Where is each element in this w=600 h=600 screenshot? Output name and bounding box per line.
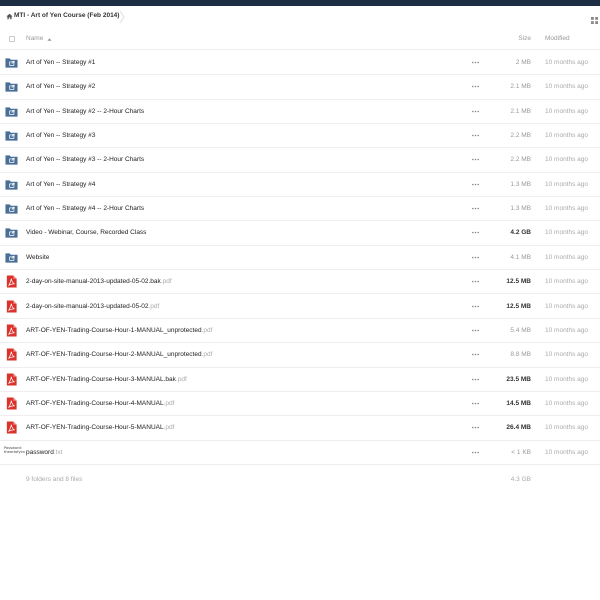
file-row[interactable]: Art of Yen -- Strategy #4 -- 2-Hour Char… — [0, 197, 600, 222]
file-row[interactable]: 2-day-on-site-manual-2013-updated-05-02.… — [0, 295, 600, 319]
file-size: 2.1 MB — [510, 83, 531, 91]
file-modified: 10 months ago — [545, 59, 589, 66]
file-row[interactable]: ART-OF-YEN-Trading-Course-Hour-5-MANUAL.… — [0, 416, 600, 441]
file-size: 12.5 MB — [506, 278, 531, 286]
file-size: 2.2 MB — [510, 132, 531, 140]
file-row[interactable]: Art of Yen -- Strategy #3 2.2 MB 10 months… — [0, 124, 600, 149]
file-modified: 10 months ago — [545, 399, 589, 407]
home-icon[interactable] — [6, 13, 13, 20]
file-size: 4.1 MB — [510, 253, 531, 261]
file-modified: 10 months ago — [545, 375, 589, 383]
grid-view-icon[interactable] — [591, 17, 598, 24]
file-modified: 10 months ago — [545, 180, 589, 188]
file-row[interactable]: Art of Yen -- Strategy #2 2.1 MB 10 months… — [0, 75, 600, 100]
summary-total-size: 4.3 GB — [510, 476, 531, 483]
file-size: 1.3 MB — [510, 180, 531, 188]
file-row[interactable]: ART-OF-YEN-Trading-Course-Hour-3-MANUAL.… — [0, 368, 600, 392]
file-row[interactable]: Video - Webinar, Course, Recorded Class 4… — [0, 221, 600, 246]
file-modified: 10 months ago — [545, 448, 589, 456]
file-size: 5.4 MB — [510, 326, 531, 334]
file-size: 12.5 MB — [506, 302, 531, 310]
file-row[interactable]: Art of Yen -- Strategy #2 -- 2-Hour Char… — [0, 100, 600, 125]
file-modified: 10 months ago — [545, 229, 589, 237]
file-modified: 10 months ago — [545, 107, 589, 115]
file-row[interactable]: ART-OF-YEN-Trading-Course-Hour-1-MANUAL_… — [0, 319, 600, 344]
file-modified: 10 months ago — [545, 424, 589, 432]
file-size: 1.3 MB — [510, 205, 531, 213]
file-row[interactable]: Password: theartofyen password.txt < 1 KB 10… — [0, 441, 600, 465]
breadcrumb-current-folder[interactable]: MTI - Art of Yen Course (Feb 2014) — [14, 12, 119, 19]
file-modified: 10 months ago — [545, 351, 589, 359]
breadcrumb-separator-icon — [119, 10, 125, 24]
file-modified: 10 months ago — [545, 156, 589, 164]
file-row[interactable]: 2-day-on-site-manual-2013-updated-05-02.… — [0, 270, 600, 295]
breadcrumb: MTI - Art of Yen Course (Feb 2014) — [0, 6, 600, 28]
file-modified: 10 months ago — [545, 302, 589, 310]
file-row[interactable]: Website 4.1 MB 10 months ago — [0, 246, 600, 271]
file-size: 2.2 MB — [510, 156, 531, 164]
column-header-modified[interactable]: Modified — [545, 35, 570, 42]
file-size: 2.1 MB — [510, 107, 531, 115]
column-header-size[interactable]: Size — [0, 35, 531, 42]
file-size: 23.5 MB — [506, 375, 531, 383]
file-size: < 1 KB — [511, 448, 531, 456]
file-modified: 10 months ago — [545, 132, 589, 140]
file-size: 8.8 MB — [510, 351, 531, 359]
file-size: 14.5 MB — [506, 399, 531, 407]
file-modified: 10 months ago — [545, 253, 589, 261]
file-row[interactable]: Art of Yen -- Strategy #4 1.3 MB 10 months… — [0, 173, 600, 198]
file-modified: 10 months ago — [545, 278, 589, 286]
file-size: 2 MB — [515, 59, 531, 66]
file-size: 26.4 MB — [506, 424, 531, 432]
file-modified: 10 months ago — [545, 326, 589, 334]
file-modified: 10 months ago — [545, 83, 589, 91]
file-size: 4.2 GB — [510, 229, 531, 237]
file-row[interactable]: ART-OF-YEN-Trading-Course-Hour-2-MANUAL_… — [0, 343, 600, 368]
file-modified: 10 months ago — [545, 205, 589, 213]
file-row[interactable]: ART-OF-YEN-Trading-Course-Hour-4-MANUAL.… — [0, 392, 600, 417]
file-row[interactable]: Art of Yen -- Strategy #3 -- 2-Hour Char… — [0, 148, 600, 173]
file-row[interactable]: Art of Yen -- Strategy #1 2 MB 10 months a… — [0, 51, 600, 76]
